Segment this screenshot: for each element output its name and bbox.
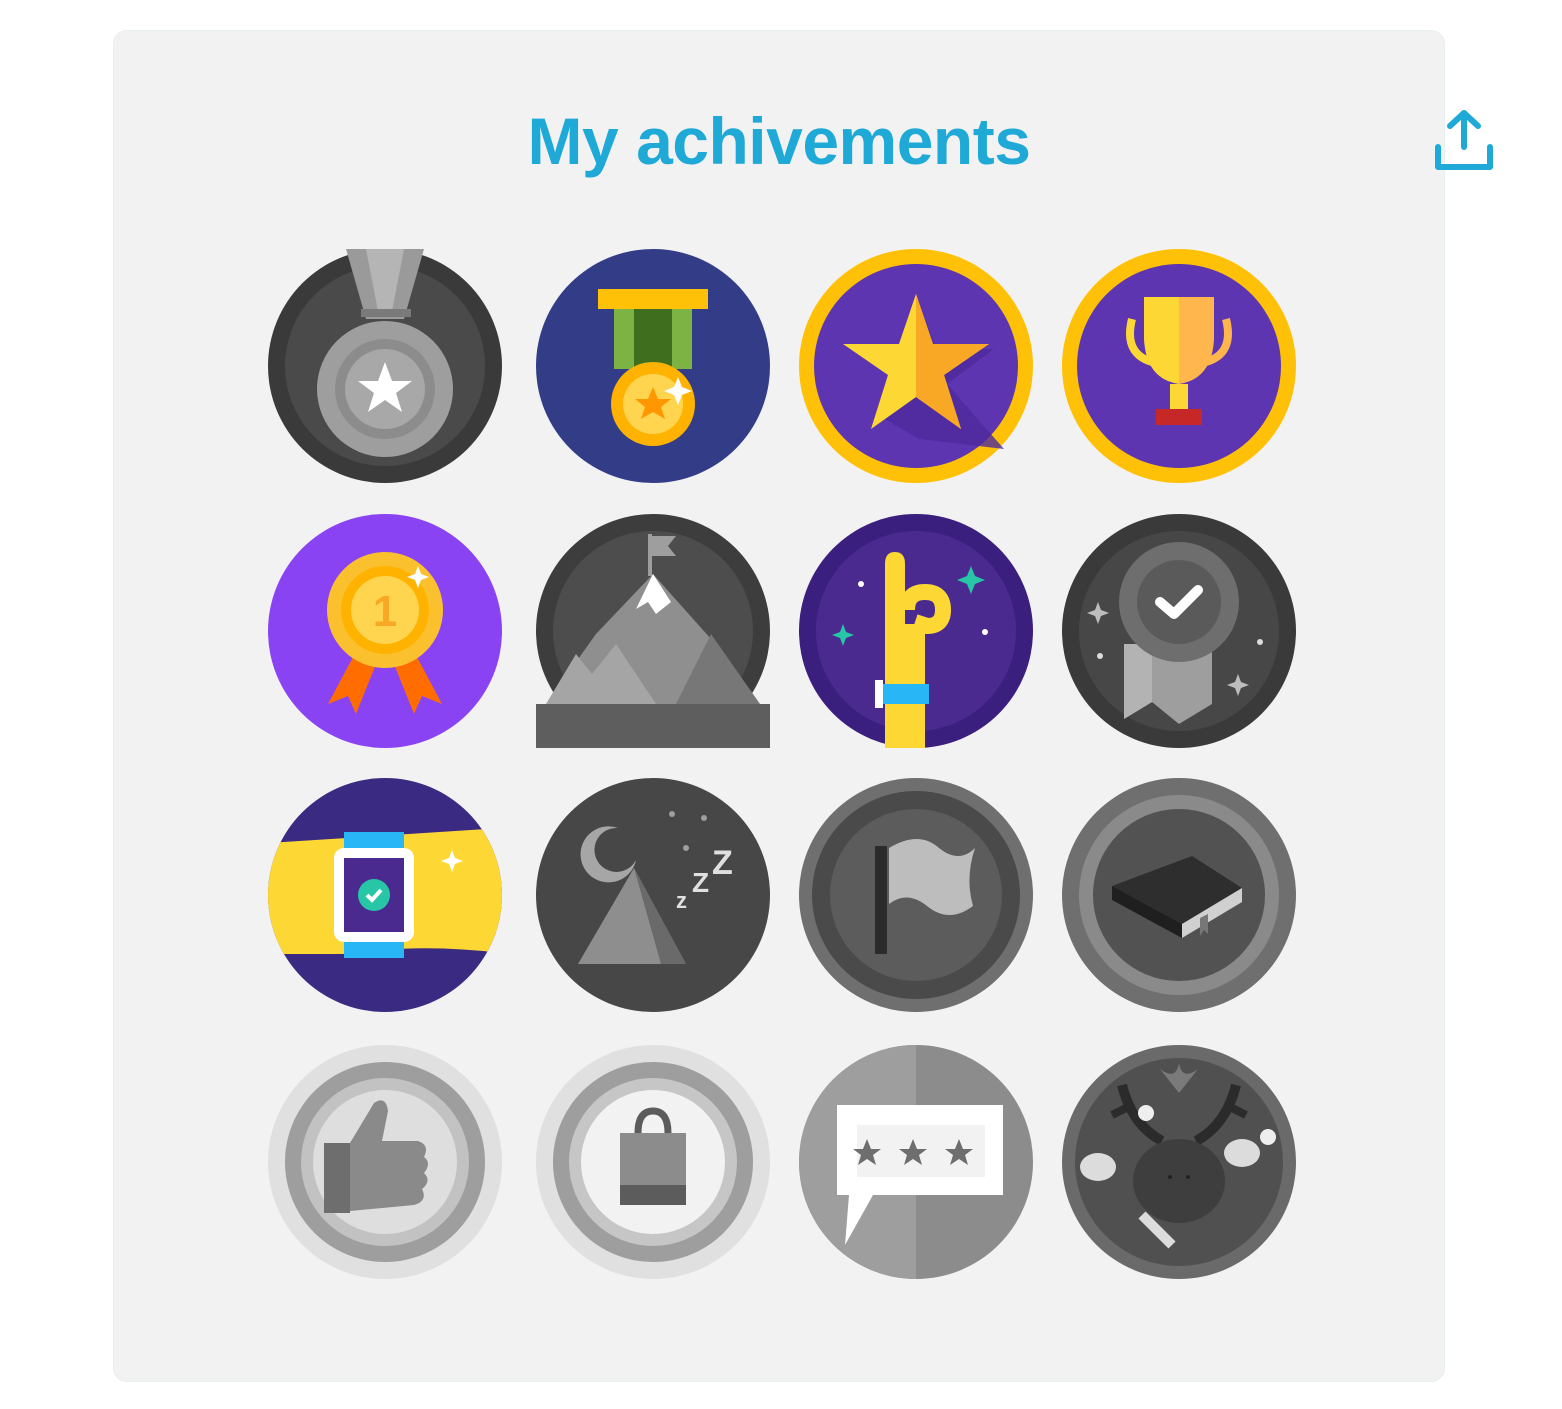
silver-medal-star-icon[interactable]: [268, 249, 502, 483]
page-title: My achivements: [527, 104, 1031, 178]
first-place-rosette-icon[interactable]: 1: [268, 514, 502, 748]
thumbs-up-seal-icon[interactable]: [268, 1045, 502, 1279]
reindeer-holiday-icon[interactable]: [1062, 1045, 1296, 1279]
svg-text:Z: Z: [692, 867, 709, 898]
trophy-cup-icon[interactable]: [1062, 249, 1296, 483]
svg-text:Z: Z: [712, 844, 733, 882]
gold-medal-ribbon-icon[interactable]: [536, 249, 770, 483]
flag-icon[interactable]: [799, 778, 1033, 1012]
tent-sleep-moon-icon[interactable]: z Z Z: [536, 778, 770, 1012]
svg-text:z: z: [676, 888, 687, 913]
svg-text:1: 1: [373, 587, 397, 636]
share-upload-icon[interactable]: [1432, 107, 1496, 173]
rating-stars-speech-icon[interactable]: [799, 1045, 1033, 1279]
hand-raised-wristband-icon[interactable]: [799, 514, 1033, 748]
shopping-bag-seal-icon[interactable]: [536, 1045, 770, 1279]
book-icon[interactable]: [1062, 778, 1296, 1012]
checkmark-rosette-icon[interactable]: [1062, 514, 1296, 748]
gold-star-icon[interactable]: [799, 249, 1033, 483]
mountain-summit-flag-icon[interactable]: [536, 514, 770, 748]
smartwatch-check-icon[interactable]: [268, 778, 502, 1012]
